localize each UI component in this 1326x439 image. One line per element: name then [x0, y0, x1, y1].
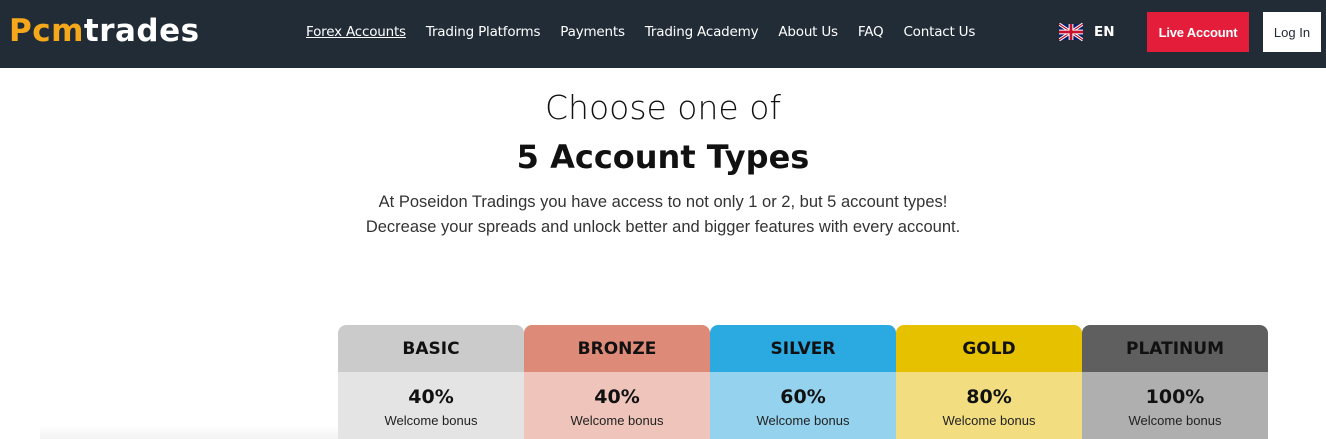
nav-forex-accounts[interactable]: Forex Accounts: [306, 22, 406, 42]
nav-faq[interactable]: FAQ: [858, 22, 884, 42]
account-card-basic[interactable]: BASIC 40% Welcome bonus: [338, 325, 524, 439]
live-account-button[interactable]: Live Account: [1147, 12, 1249, 52]
account-types-cards: BASIC 40% Welcome bonus BRONZE 40% Welco…: [338, 325, 1268, 439]
account-card-body: 40% Welcome bonus: [338, 372, 524, 439]
language-selector[interactable]: EN: [1059, 22, 1115, 42]
uk-flag-icon: [1059, 23, 1083, 41]
nav-about-us[interactable]: About Us: [778, 22, 838, 42]
hero-title-line1: Choose one of: [544, 88, 782, 127]
nav-payments[interactable]: Payments: [560, 22, 625, 42]
account-card-title: BASIC: [338, 325, 524, 372]
welcome-bonus-label: Welcome bonus: [942, 413, 1036, 428]
language-code: EN: [1094, 24, 1115, 40]
logo-part-trades: trades: [83, 13, 200, 49]
account-card-platinum[interactable]: PLATINUM 100% Welcome bonus: [1082, 325, 1268, 439]
hero-description-line1: At Poseidon Tradings you have access to …: [378, 193, 948, 211]
account-card-gold[interactable]: GOLD 80% Welcome bonus: [896, 325, 1082, 439]
account-card-body: 40% Welcome bonus: [524, 372, 710, 439]
welcome-bonus-label: Welcome bonus: [1128, 413, 1222, 428]
decorative-shadow: [40, 425, 340, 439]
nav-contact-us[interactable]: Contact Us: [903, 22, 975, 42]
nav-trading-platforms[interactable]: Trading Platforms: [426, 22, 541, 42]
logo-part-pcm: Pcm: [9, 13, 84, 49]
welcome-bonus-label: Welcome bonus: [756, 413, 850, 428]
welcome-bonus-value: 80%: [966, 386, 1012, 408]
welcome-bonus-value: 100%: [1145, 386, 1205, 408]
account-card-body: 80% Welcome bonus: [896, 372, 1082, 439]
welcome-bonus-label: Welcome bonus: [570, 413, 664, 428]
account-card-title: BRONZE: [524, 325, 710, 372]
account-card-body: 100% Welcome bonus: [1082, 372, 1268, 439]
nav-trading-academy[interactable]: Trading Academy: [645, 22, 759, 42]
pcmtrades-logo[interactable]: Pcmtrades: [9, 11, 200, 51]
welcome-bonus-value: 40%: [408, 386, 454, 408]
hero-description: At Poseidon Tradings you have access to …: [333, 190, 993, 240]
account-card-title: GOLD: [896, 325, 1082, 372]
welcome-bonus-label: Welcome bonus: [384, 413, 478, 428]
main-nav: Forex Accounts Trading Platforms Payment…: [306, 22, 995, 42]
account-card-silver[interactable]: SILVER 60% Welcome bonus: [710, 325, 896, 439]
welcome-bonus-value: 40%: [594, 386, 640, 408]
account-card-title: SILVER: [710, 325, 896, 372]
hero-description-line2: Decrease your spreads and unlock better …: [365, 218, 961, 236]
account-card-title: PLATINUM: [1082, 325, 1268, 372]
login-button[interactable]: Log In: [1263, 12, 1321, 52]
account-card-body: 60% Welcome bonus: [710, 372, 896, 439]
welcome-bonus-value: 60%: [780, 386, 826, 408]
site-header: Pcmtrades Forex Accounts Trading Platfor…: [0, 0, 1326, 68]
account-card-bronze[interactable]: BRONZE 40% Welcome bonus: [524, 325, 710, 439]
hero-title-line2: 5 Account Types: [516, 138, 810, 176]
